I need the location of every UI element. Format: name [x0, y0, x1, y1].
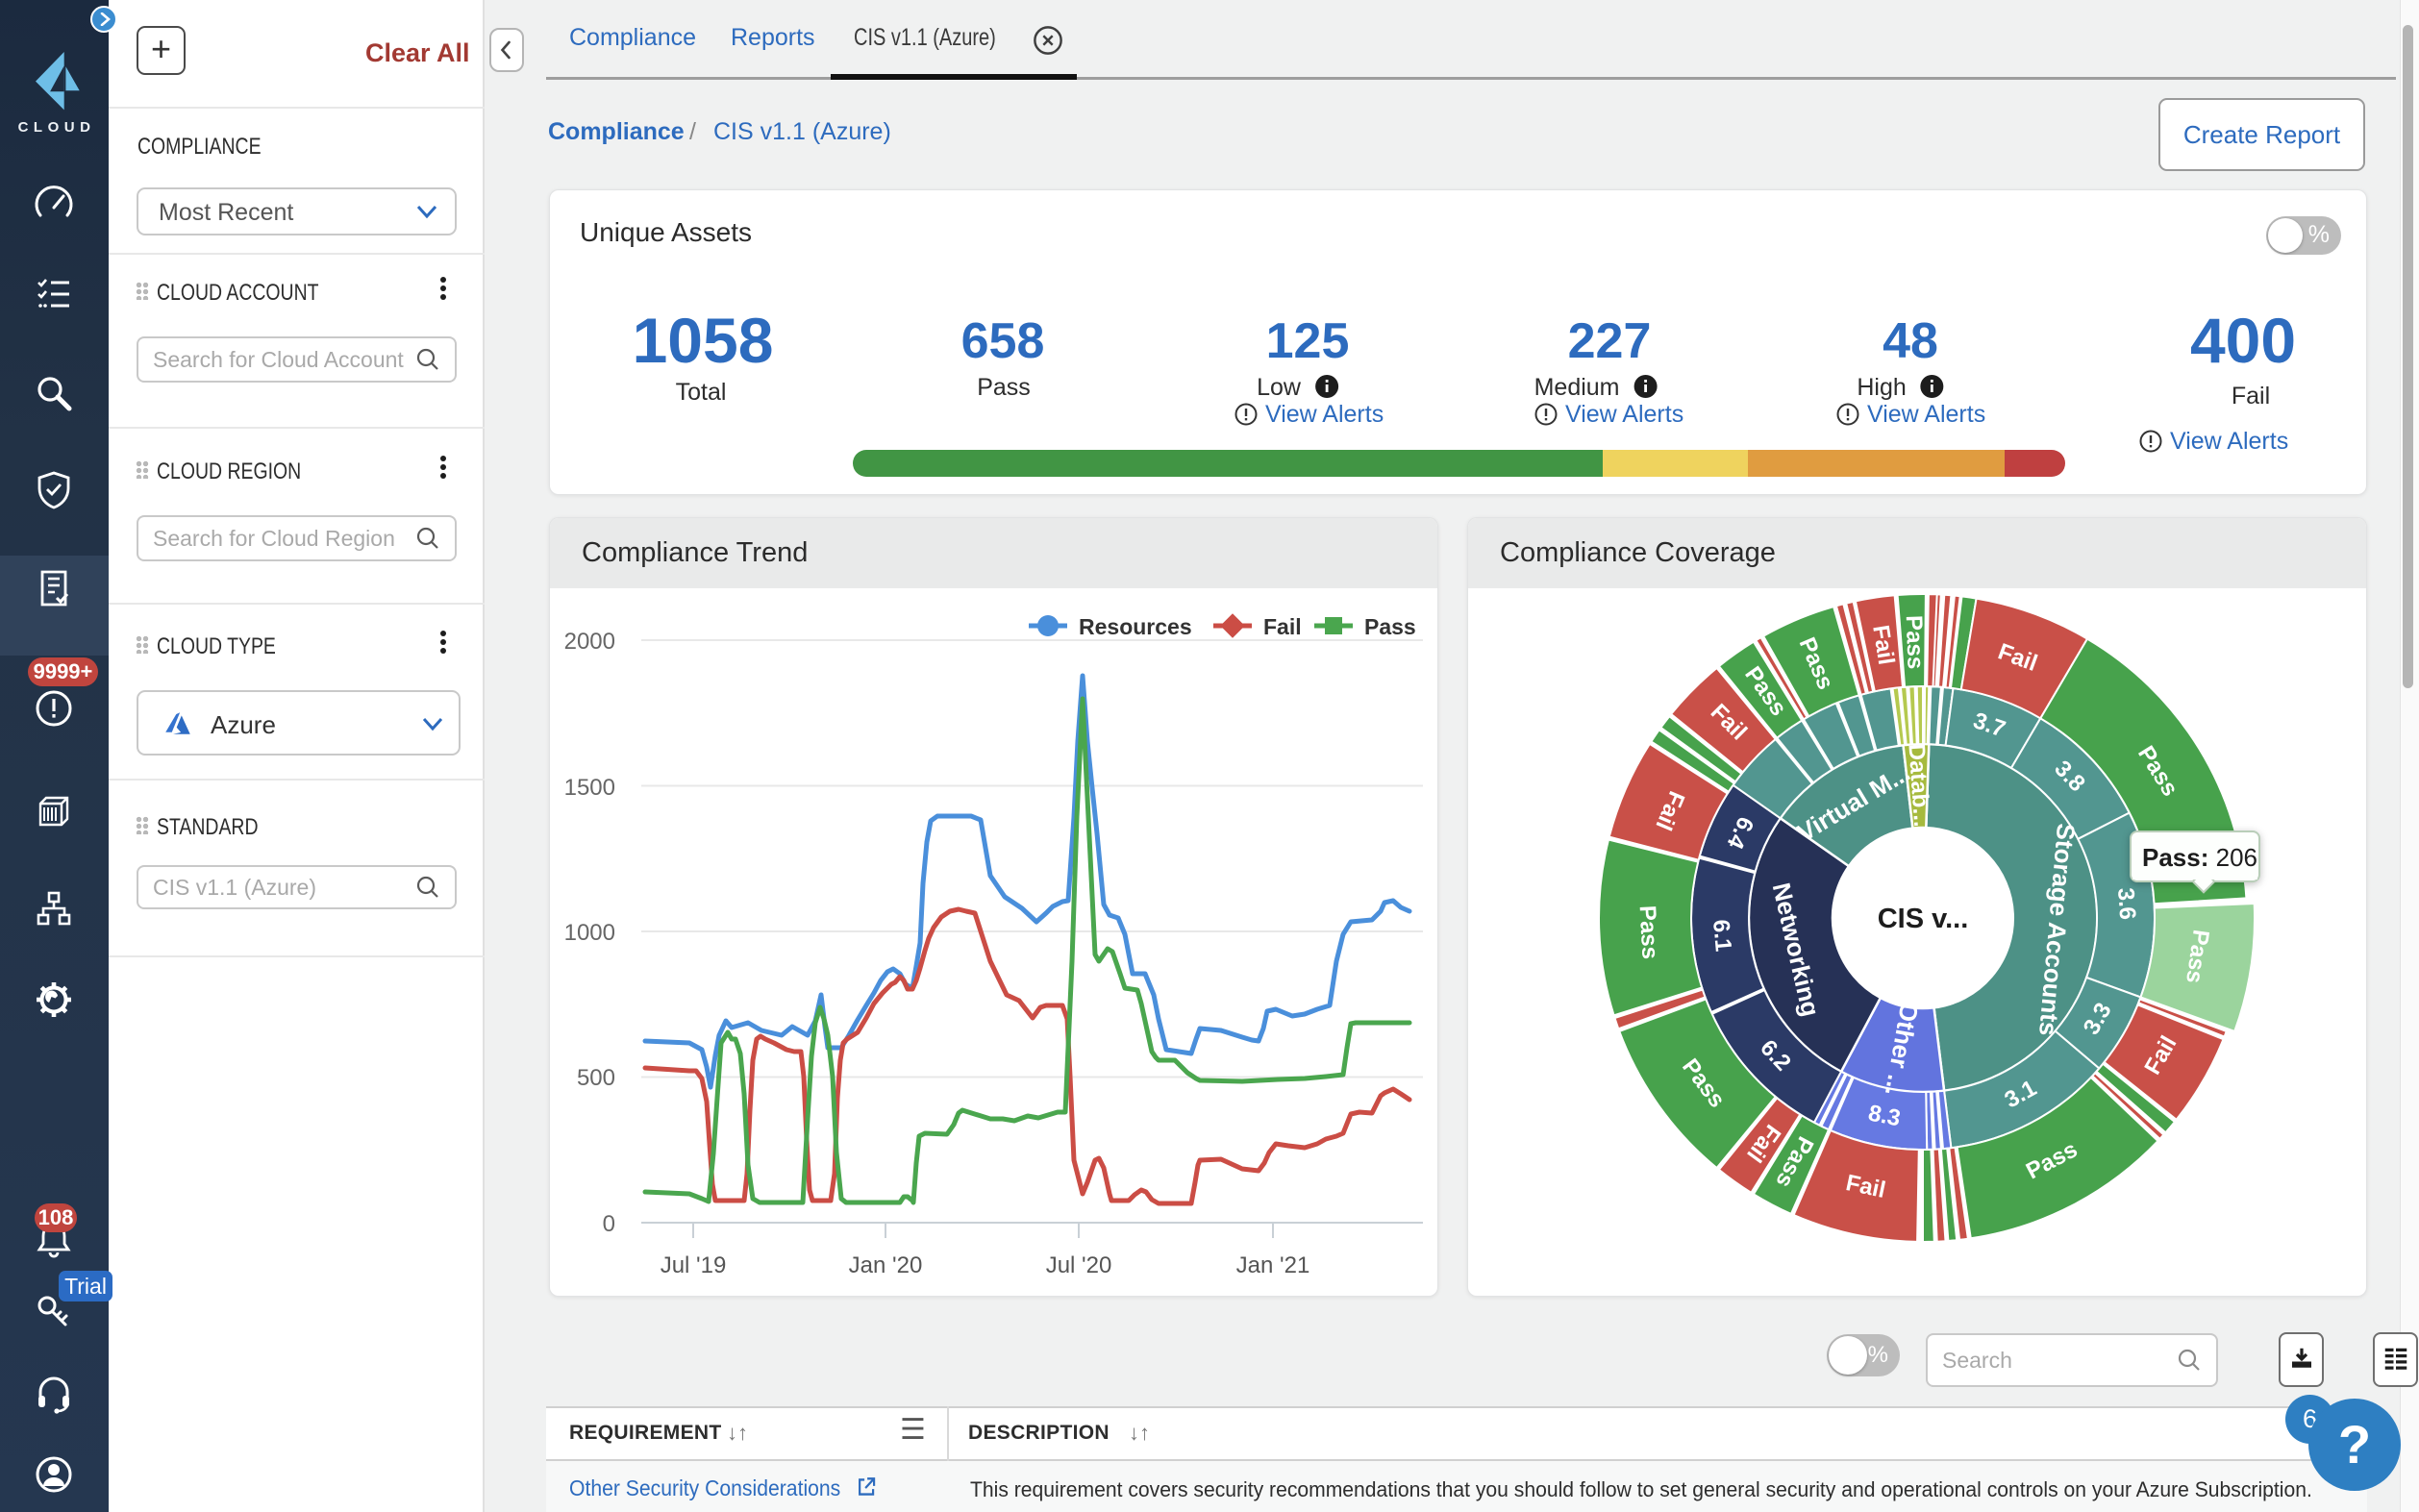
svg-text:Jan '21: Jan '21	[1236, 1252, 1310, 1278]
svg-text:Pass: 206: Pass: 206	[2142, 843, 2257, 872]
svg-text:Jul '20: Jul '20	[1046, 1252, 1112, 1278]
svg-text:Fail: Fail	[1263, 614, 1302, 639]
svg-text:3.6: 3.6	[2112, 887, 2140, 921]
svg-text:1500: 1500	[564, 775, 615, 801]
svg-text:Resources: Resources	[1079, 614, 1192, 639]
svg-text:6.1: 6.1	[1708, 918, 1736, 953]
svg-text:CIS v...: CIS v...	[1878, 904, 1969, 934]
svg-text:0: 0	[603, 1211, 615, 1237]
svg-text:Jul '19: Jul '19	[661, 1252, 727, 1278]
svg-text:1000: 1000	[564, 920, 615, 946]
svg-text:Pass: Pass	[1364, 614, 1416, 639]
svg-text:2000: 2000	[564, 629, 615, 655]
svg-text:Jan '20: Jan '20	[849, 1252, 923, 1278]
svg-text:Pass: Pass	[1901, 615, 1929, 670]
svg-text:Pass: Pass	[1634, 905, 1663, 959]
svg-text:500: 500	[577, 1065, 615, 1091]
